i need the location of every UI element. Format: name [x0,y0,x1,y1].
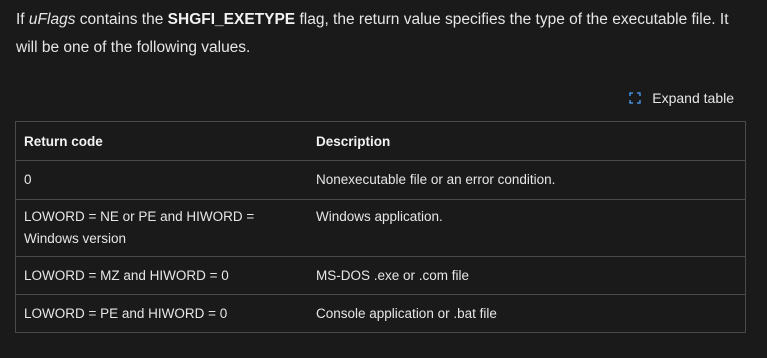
column-header-return-code: Return code [24,133,103,149]
table-row: LOWORD = PE and HIWORD = 0 Console appli… [16,294,745,332]
column-header-description: Description [316,133,391,149]
return-code-cell: LOWORD = MZ and HIWORD = 0 [16,256,308,295]
param-name: uFlags [28,11,76,28]
description-cell: Nonexecutable file or an error condition… [308,160,745,200]
intro-middle: contains the [75,11,168,28]
description-cell: Windows application. [308,199,745,257]
table-row: 0 Nonexecutable file or an error conditi… [16,160,745,200]
expand-table-button[interactable]: Expand table [629,88,734,108]
expand-table-label: Expand table [652,90,734,106]
return-code-cell: LOWORD = PE and HIWORD = 0 [16,294,308,332]
return-code-cell: LOWORD = NE or PE and HIWORD = Windows v… [16,199,308,257]
return-code-cell: 0 [16,160,308,200]
flag-name: SHGFI_EXETYPE [167,11,296,28]
table-row: LOWORD = MZ and HIWORD = 0 MS-DOS .exe o… [16,256,745,295]
intro-paragraph: If uFlags contains the SHGFI_EXETYPE fla… [16,6,751,62]
description-cell: MS-DOS .exe or .com file [308,256,745,295]
description-cell: Console application or .bat file [308,294,745,332]
expand-icon [629,92,641,104]
table-header-row: Return code Description [16,122,745,161]
intro-prefix: If [16,11,29,28]
return-values-table: Return code Description 0 Nonexecutable … [15,121,746,333]
table-row: LOWORD = NE or PE and HIWORD = Windows v… [16,199,745,257]
